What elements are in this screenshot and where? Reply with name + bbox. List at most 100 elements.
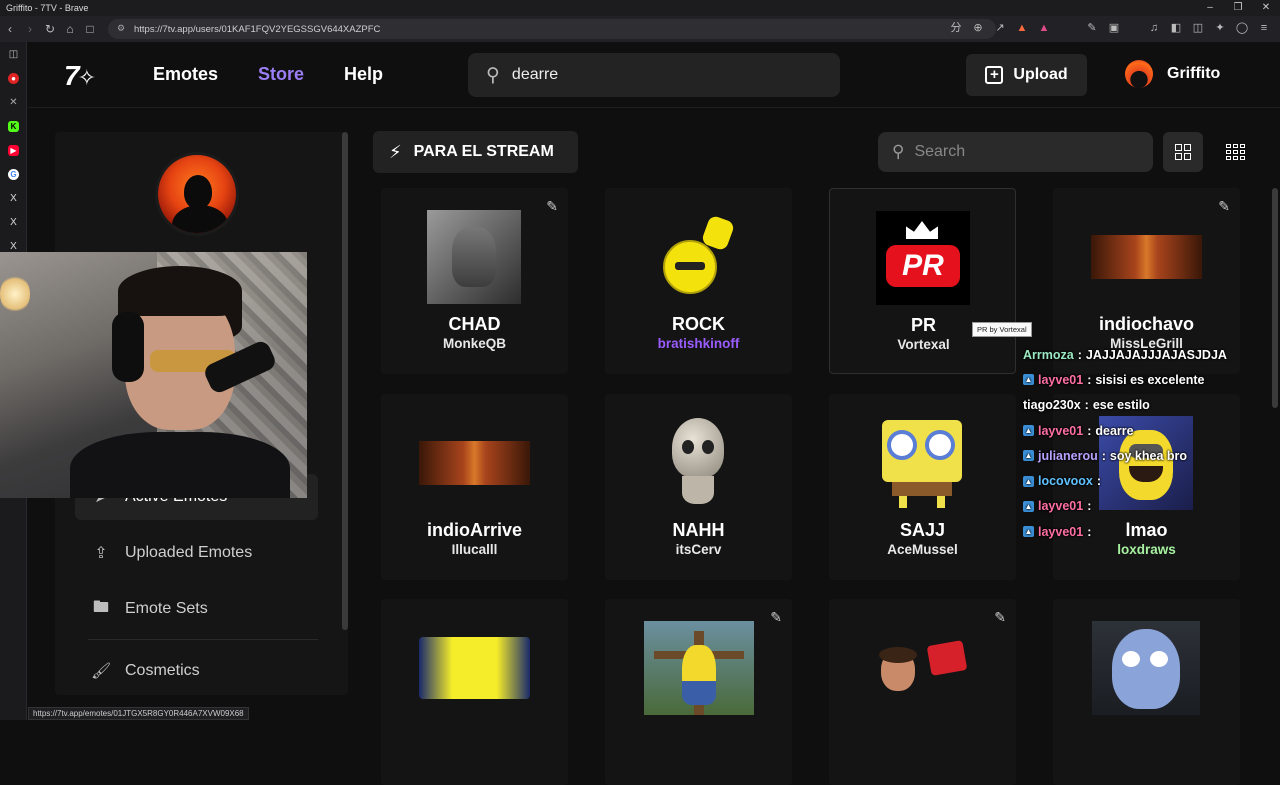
reload-icon[interactable]: ↻ [40,22,60,36]
side-panel-toggle-icon[interactable]: ◫ [0,42,27,66]
chat-message: tiago230x: ese estilo [1023,398,1150,413]
emote-image [419,416,530,510]
x-icon-1[interactable]: X [0,186,27,210]
extensions-icon[interactable]: ✎ [1084,20,1100,36]
chat-message: ▲ layve01: sisisi es excelente [1023,372,1205,387]
emote-card-row3-4[interactable] [1053,599,1240,785]
brave-rewards-icon[interactable]: ▲ [1036,20,1052,36]
emote-tooltip: PR by Vortexal [972,322,1032,337]
sidebar-toggle-icon[interactable]: ◧ [1168,20,1184,36]
menu-emote-sets[interactable]: 🖿 Emote Sets [75,586,318,632]
emote-author: itsCerv [675,542,722,557]
profile-avatar [155,152,239,236]
url-text: https://7tv.app/users/01KAF1FQV2YEGSSGV6… [134,23,381,35]
webcam-overlay [0,252,307,498]
url-bar[interactable]: ⚙ https://7tv.app/users/01KAF1FQV2YEGSSG… [108,19,996,39]
emote-set-button[interactable]: ⚡︎ PARA EL STREAM [373,131,578,173]
share-icon[interactable]: ↗ [992,20,1008,36]
emote-card-nahh[interactable]: NAHH itsCerv [605,394,792,580]
global-search-input[interactable] [511,66,812,84]
vpn-icon[interactable]: ◯ [1234,20,1250,36]
chat-message: ▲ julianerou: soy khea bro [1023,448,1188,463]
edit-icon[interactable]: ✎ [994,609,1006,626]
bookmark-icon[interactable]: □ [80,22,100,36]
chat-message: ▲ layve01: dearre [1023,423,1134,438]
wallet-icon[interactable]: ◫ [1190,20,1206,36]
grid-large-icon [1175,144,1191,160]
zoom-icon[interactable]: ⊕ [970,20,986,36]
chat-badge-icon: ▲ [1023,475,1034,487]
emote-card-rock[interactable]: ROCK bratishkinoff [605,188,792,374]
stream-chat-overlay: Arrmoza: JAJJAJAJJJAJASJDJA ▲ layve01: s… [1023,342,1280,544]
chat-badge-icon: ▲ [1023,500,1034,512]
kick-icon[interactable]: K [0,114,27,138]
edit-icon[interactable]: ✎ [546,198,558,215]
chat-badge-icon: ▲ [1023,526,1034,538]
chat-badge-icon: ▲ [1023,450,1034,462]
minimize-icon[interactable]: – [1196,0,1224,16]
emote-search-input[interactable] [914,143,1115,161]
emote-card-pr[interactable]: PR PR Vortexal [829,188,1016,374]
edit-icon[interactable]: ✎ [770,609,782,626]
youtube-icon[interactable]: ▶ [0,138,27,162]
emote-image [419,621,530,715]
nav-help-link[interactable]: Help [344,64,383,85]
maximize-icon[interactable]: ❐ [1224,0,1252,16]
emote-card-row3-2[interactable]: ✎ [605,599,792,785]
nav-emotes-link[interactable]: Emotes [153,64,218,85]
plus-icon: + [985,66,1004,84]
upload-button[interactable]: + Upload [966,54,1087,96]
chat-text: JAJJAJAJJJAJASJDJA [1085,347,1227,362]
brave-shield-icon[interactable]: ▲ [1014,20,1030,36]
close-window-icon[interactable]: ✕ [1252,0,1280,16]
side-app-icon[interactable]: ● [0,66,27,90]
emote-author: MonkeQB [442,336,506,351]
user-menu[interactable]: Griffito [1125,60,1220,88]
emote-card-row3-3[interactable]: ✎ [829,599,1016,785]
emote-card-sajj[interactable]: SAJJ AceMussel [829,394,1016,580]
menu-uploaded-emotes[interactable]: ⇪ Uploaded Emotes [75,530,318,576]
chat-text: ese estilo [1092,398,1150,413]
small-grid-view-button[interactable] [1215,132,1255,172]
emote-name: indiochavo [1098,314,1194,334]
emote-image [875,621,969,715]
translate-icon[interactable]: 分 [948,20,964,36]
window-titlebar: Griffito - 7TV - Brave – ❐ ✕ [0,0,1280,16]
emote-name: SAJJ [899,520,946,540]
emote-author: bratishkinoff [657,336,740,351]
chat-message: ▲ layve01: [1023,524,1092,539]
home-icon[interactable]: ⌂ [60,22,80,36]
menu-label: Emote Sets [125,600,208,617]
emote-name: NAHH [672,520,725,540]
emote-author: Vortexal [897,337,950,352]
grid-small-icon [1225,144,1245,160]
edit-icon[interactable]: ✎ [1218,198,1230,215]
emote-card-chad[interactable]: ✎ CHAD MonkeQB [381,188,568,374]
menu-cosmetics[interactable]: 🖌 Cosmetics [75,648,318,694]
menu-icon[interactable]: ≡ [1256,20,1272,36]
side-close-icon[interactable]: ✕ [0,90,27,114]
emote-card-row3-1[interactable] [381,599,568,785]
global-search[interactable]: ⚲ [468,53,840,97]
x-icon-2[interactable]: X [0,210,27,234]
back-icon[interactable]: ‹ [0,22,20,36]
site-info-icon[interactable]: ⚙ [117,23,125,34]
screenshot-icon[interactable]: ▣ [1106,20,1122,36]
large-grid-view-button[interactable] [1163,132,1203,172]
media-icon[interactable]: ♫ [1146,20,1162,36]
lightning-icon: ⚡︎ [389,141,402,162]
leo-icon[interactable]: ✦ [1212,20,1228,36]
forward-icon[interactable]: › [20,22,40,36]
chat-text: soy khea bro [1109,448,1188,463]
profile-scrollbar[interactable] [342,132,348,630]
emote-card-indioarrive[interactable]: indioArrive Illucalll [381,394,568,580]
site-nav: 7✧ Emotes Store Help ⚲ + Upload Griffito [28,42,1280,108]
google-icon[interactable]: G [0,162,27,186]
emote-author: AceMussel [887,542,958,557]
7tv-logo[interactable]: 7✧ [64,60,96,92]
browser-extensions: 分 ⊕ ↗ ▲ ▲ ✎ ▣ ♫ ◧ ◫ ✦ ◯ ≡ [948,20,1272,36]
username: Griffito [1167,65,1221,82]
nav-store-link[interactable]: Store [258,64,304,85]
chat-message: Arrmoza: JAJJAJAJJJAJASJDJA [1023,347,1227,362]
emote-search[interactable]: ⚲ [878,132,1153,172]
